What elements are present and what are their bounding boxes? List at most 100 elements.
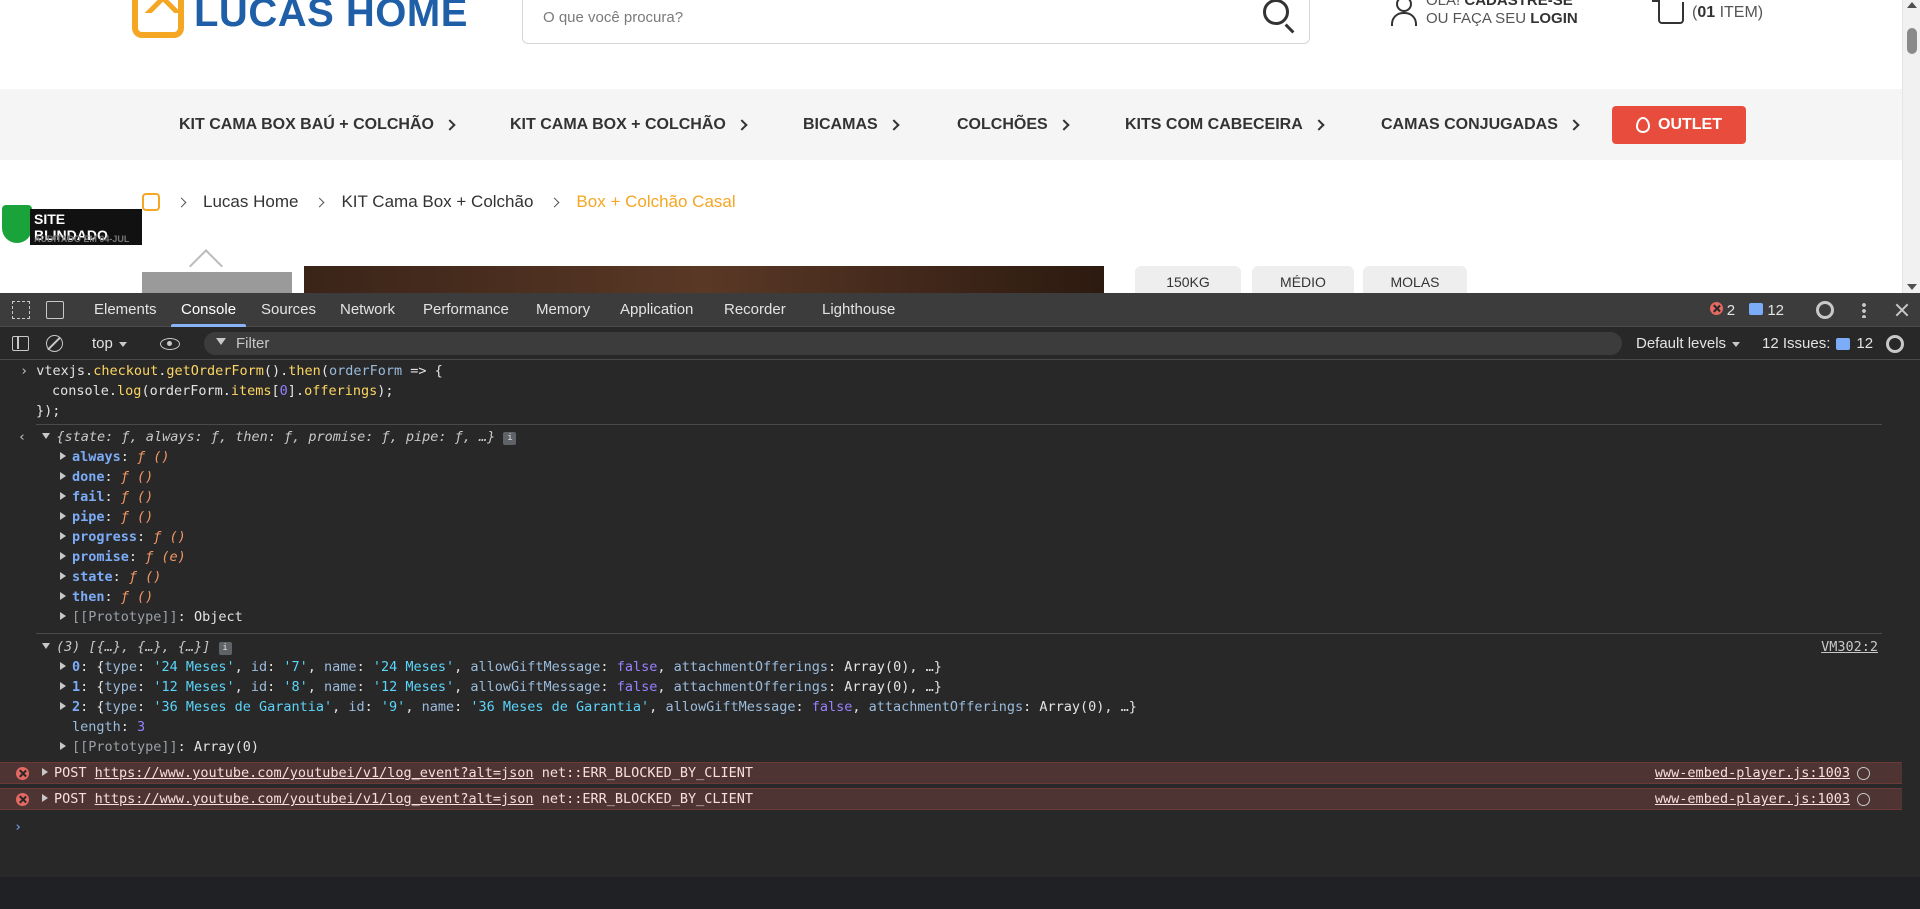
error-url-link[interactable]: https://www.youtube.com/youtubei/v1/log_… [95, 791, 534, 807]
house-logo-icon [132, 0, 184, 38]
menu-item-camas-conjugadas[interactable]: CAMAS CONJUGADAS [1381, 89, 1580, 160]
network-globe-icon[interactable] [1857, 793, 1870, 806]
result-prop-row[interactable]: state: ƒ () [60, 567, 1920, 587]
expanded-arrow-icon[interactable] [42, 433, 51, 439]
array-prototype-row[interactable]: [[Prototype]]: Array(0) [60, 737, 1920, 757]
log-levels-dropdown[interactable]: Default levels [1636, 327, 1741, 360]
tab-memory[interactable]: Memory [536, 293, 590, 327]
greeting-text: OLÁ! [1426, 0, 1461, 9]
context-selector[interactable]: top [92, 327, 127, 360]
result-prop-row[interactable]: fail: ƒ () [60, 487, 1920, 507]
settings-gear-icon[interactable] [1816, 301, 1834, 319]
array-item-row[interactable]: 2: {type: '36 Meses de Garantia', id: '9… [60, 697, 1920, 717]
spec-chip-firmness: MÉDIO [1252, 266, 1354, 293]
inspect-element-icon[interactable] [12, 301, 30, 319]
clear-console-icon[interactable] [46, 335, 63, 352]
issues-button[interactable]: 12 Issues: 12 [1762, 327, 1873, 360]
devtools-right-controls: 2 12 [1709, 293, 1910, 327]
source-link-vm302[interactable]: VM302:2 [1821, 637, 1878, 657]
error-counter[interactable]: 2 [1709, 301, 1735, 319]
tab-console[interactable]: Console [170, 293, 247, 327]
result-prop-row[interactable]: then: ƒ () [60, 587, 1920, 607]
breadcrumb-category[interactable]: KIT Cama Box + Colchão [341, 192, 533, 212]
error-source-link[interactable]: www-embed-player.js:1003 [1655, 789, 1850, 809]
scroll-up-icon[interactable] [1907, 2, 1917, 8]
device-toolbar-icon[interactable] [46, 301, 64, 319]
gallery-thumbnail[interactable] [142, 272, 292, 293]
info-icon[interactable]: i [218, 642, 232, 655]
error-icon [16, 793, 29, 806]
result-prototype-row[interactable]: [[Prototype]]: Object [60, 607, 1920, 627]
account-link[interactable]: OLÁ! CADASTRE-SE OU FAÇA SEU LOGIN [1390, 0, 1578, 30]
tab-sources[interactable]: Sources [261, 293, 316, 327]
search-icon[interactable] [1263, 0, 1289, 25]
error-source-link[interactable]: www-embed-player.js:1003 [1655, 763, 1850, 783]
tab-performance[interactable]: Performance [423, 293, 509, 327]
chevron-right-icon [1313, 118, 1325, 131]
menu-item-kits-cabeceira[interactable]: KITS COM CABECEIRA [1125, 89, 1325, 160]
error-message-row[interactable]: POST https://www.youtube.com/youtubei/v1… [0, 788, 1902, 810]
array-summary-row[interactable]: (3) [{…}, {…}, {…}] i [42, 637, 1920, 657]
menu-item-bicamas[interactable]: BICAMAS [803, 89, 900, 160]
console-input-line-2: console.log(orderForm.items[0].offerings… [52, 383, 394, 399]
collapsed-arrow-icon[interactable] [42, 794, 48, 802]
array-item-row[interactable]: 1: {type: '12 Meses', id: '8', name: '12… [60, 677, 1920, 697]
result-prop-row[interactable]: pipe: ƒ () [60, 507, 1920, 527]
error-message-row[interactable]: POST https://www.youtube.com/youtubei/v1… [0, 762, 1902, 784]
user-icon [1390, 0, 1417, 30]
console-output[interactable]: › vtexjs.checkout.getOrderForm().then(or… [0, 361, 1920, 877]
site-blindado-badge[interactable]: SITE BLINDADO AUDITADO EM 04-JUL [2, 205, 142, 247]
result-prop-row[interactable]: progress: ƒ () [60, 527, 1920, 547]
login-prefix: OU FAÇA SEU [1426, 10, 1527, 27]
close-devtools-icon[interactable] [1894, 302, 1910, 318]
filter-input[interactable] [236, 335, 1536, 352]
tab-lighthouse[interactable]: Lighthouse [822, 293, 895, 327]
info-icon[interactable]: i [503, 432, 517, 445]
product-image[interactable] [304, 266, 1104, 293]
page-scrollbar[interactable] [1902, 0, 1920, 293]
array-item-row[interactable]: 0: {type: '24 Meses', id: '7', name: '24… [60, 657, 1920, 677]
console-settings-gear-icon[interactable] [1886, 335, 1904, 353]
console-sidebar-icon[interactable] [12, 336, 29, 351]
search-input[interactable] [543, 9, 1223, 26]
result-prop-row[interactable]: always: ƒ () [60, 447, 1920, 467]
error-url-link[interactable]: https://www.youtube.com/youtubei/v1/log_… [95, 765, 534, 781]
breadcrumb: Lucas Home KIT Cama Box + Colchão Box + … [142, 192, 736, 212]
site-logo[interactable]: LUCAS HOME [132, 0, 468, 46]
tab-recorder[interactable]: Recorder [724, 293, 786, 327]
outlet-button[interactable]: OUTLET [1612, 106, 1746, 144]
menu-item-colchoes[interactable]: COLCHÕES [957, 89, 1070, 160]
network-globe-icon[interactable] [1857, 767, 1870, 780]
collapsed-arrow-icon [60, 702, 66, 710]
breadcrumb-home[interactable]: Lucas Home [203, 192, 298, 212]
result-summary-row[interactable]: ‹ {state: ƒ, always: ƒ, then: ƒ, promise… [18, 427, 1920, 447]
console-prompt[interactable]: › [14, 817, 1920, 837]
message-counter[interactable]: 12 [1749, 302, 1784, 319]
menu-item-kit-cama-box-bau[interactable]: KIT CAMA BOX BAÚ + COLCHÃO [179, 89, 456, 160]
spec-chip-type: MOLAS [1363, 266, 1467, 293]
scroll-thumb[interactable] [1907, 28, 1917, 54]
tab-elements[interactable]: Elements [94, 293, 157, 327]
login-link[interactable]: LOGIN [1530, 10, 1578, 27]
result-prop-row[interactable]: done: ƒ () [60, 467, 1920, 487]
signup-link[interactable]: CADASTRE-SE [1464, 0, 1572, 9]
scroll-down-icon[interactable] [1907, 284, 1917, 290]
live-expression-eye-icon[interactable] [160, 338, 180, 350]
gallery-up-arrow-icon[interactable] [186, 248, 226, 268]
tab-network[interactable]: Network [340, 293, 395, 327]
chevron-right-icon [549, 197, 560, 207]
menu-item-kit-cama-box[interactable]: KIT CAMA BOX + COLCHÃO [510, 89, 748, 160]
result-prop-row[interactable]: promise: ƒ (e) [60, 547, 1920, 567]
expanded-arrow-icon[interactable] [42, 643, 50, 649]
array-length-row: length: 3 [72, 719, 146, 735]
account-text: OLÁ! CADASTRE-SE OU FAÇA SEU LOGIN [1426, 0, 1578, 28]
console-filter [204, 332, 1622, 355]
console-divider [36, 633, 1882, 634]
devtools-panel: Elements Console Sources Network Perform… [0, 293, 1920, 877]
chevron-right-icon [314, 197, 325, 207]
tab-application[interactable]: Application [620, 293, 693, 327]
cart-link[interactable]: (01 ITEM) [1652, 0, 1763, 24]
home-icon[interactable] [142, 193, 160, 211]
more-options-icon[interactable] [1862, 302, 1866, 318]
collapsed-arrow-icon[interactable] [42, 768, 48, 776]
